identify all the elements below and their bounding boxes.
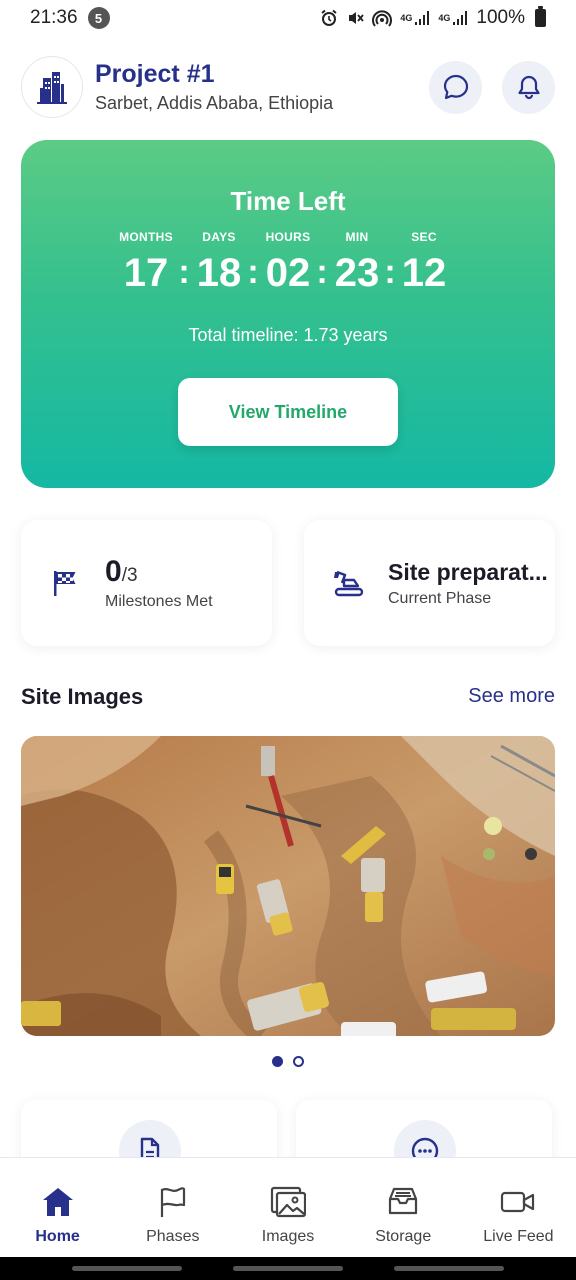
hotspot-icon bbox=[372, 9, 393, 27]
countdown-values: 17 : 18 : 02 : 23 : 12 bbox=[117, 251, 459, 299]
milestones-card[interactable]: 0/3 Milestones Met bbox=[21, 520, 272, 646]
network-type-2: 4G bbox=[438, 13, 451, 23]
unit-hours: HOURS bbox=[265, 230, 311, 244]
milestones-met: 0 bbox=[105, 555, 122, 588]
video-icon bbox=[500, 1184, 536, 1220]
carousel-dot-active[interactable] bbox=[272, 1056, 283, 1067]
separator: : bbox=[247, 253, 259, 291]
battery-icon bbox=[535, 6, 546, 27]
project-logo bbox=[21, 56, 83, 118]
nav-phases-label: Phases bbox=[146, 1228, 200, 1245]
building-icon bbox=[37, 72, 67, 104]
chat-icon bbox=[443, 74, 468, 100]
system-gesture-pill bbox=[233, 1266, 343, 1271]
bottom-navigation: Home Phases Images Storage Live Feed bbox=[0, 1157, 576, 1257]
system-navigation-bar bbox=[0, 1257, 576, 1280]
checkered-flag-icon bbox=[45, 569, 85, 597]
value-months: 17 bbox=[123, 251, 169, 295]
nav-live-feed-label: Live Feed bbox=[483, 1228, 554, 1245]
carousel-dot[interactable] bbox=[293, 1056, 304, 1067]
mute-icon bbox=[346, 9, 365, 27]
separator: : bbox=[316, 253, 328, 291]
images-icon bbox=[270, 1184, 306, 1220]
unit-months: MONTHS bbox=[119, 230, 173, 244]
construction-site-photo bbox=[21, 736, 555, 1036]
milestones-total: /3 bbox=[121, 565, 138, 586]
storage-icon bbox=[386, 1184, 420, 1220]
countdown-units: MONTHS DAYS HOURS MIN SEC bbox=[117, 230, 459, 246]
app-screen: 21:36 5 4G 4G 100% Project #1 Sarbet, Ad… bbox=[0, 0, 576, 1280]
flag-icon bbox=[157, 1184, 189, 1220]
milestones-value: 0/3 bbox=[105, 555, 213, 589]
chat-button[interactable] bbox=[429, 60, 482, 114]
unit-days: DAYS bbox=[202, 230, 236, 244]
site-images-title: Site Images bbox=[21, 684, 144, 709]
nav-phases[interactable]: Phases bbox=[115, 1158, 230, 1257]
home-icon bbox=[40, 1184, 76, 1220]
network-type-1: 4G bbox=[400, 13, 413, 23]
value-sec: 12 bbox=[401, 251, 447, 295]
project-header: Project #1 Sarbet, Addis Ababa, Ethiopia bbox=[21, 55, 555, 119]
nav-images[interactable]: Images bbox=[230, 1158, 345, 1257]
excavator-icon bbox=[328, 568, 368, 598]
notification-count-badge: 5 bbox=[87, 7, 110, 29]
see-more-link[interactable]: See more bbox=[468, 685, 555, 708]
site-image-carousel[interactable] bbox=[21, 736, 555, 1036]
project-location: Sarbet, Addis Ababa, Ethiopia bbox=[95, 92, 334, 113]
status-bar: 21:36 5 4G 4G 100% bbox=[0, 0, 576, 36]
current-phase-card[interactable]: Site preparat... Current Phase bbox=[304, 520, 555, 646]
milestones-label: Milestones Met bbox=[105, 593, 213, 610]
value-hours: 02 bbox=[265, 251, 311, 295]
countdown-title: Time Left bbox=[230, 186, 346, 216]
current-phase-value: Site preparat... bbox=[388, 558, 548, 585]
nav-live-feed[interactable]: Live Feed bbox=[461, 1158, 576, 1257]
battery-percent: 100% bbox=[476, 7, 525, 28]
signal-icon: 4G bbox=[400, 10, 430, 26]
nav-images-label: Images bbox=[261, 1228, 315, 1245]
signal-icon-2: 4G bbox=[438, 10, 468, 26]
total-timeline: Total timeline: 1.73 years bbox=[188, 325, 388, 345]
current-phase-label: Current Phase bbox=[388, 589, 492, 607]
nav-home[interactable]: Home bbox=[0, 1158, 115, 1257]
project-title: Project #1 bbox=[95, 60, 215, 89]
alarm-icon bbox=[320, 9, 338, 27]
system-gesture-pill bbox=[394, 1266, 504, 1271]
nav-storage-label: Storage bbox=[375, 1228, 432, 1245]
unit-sec: SEC bbox=[411, 230, 437, 244]
view-timeline-button[interactable]: View Timeline bbox=[178, 378, 398, 446]
bell-icon bbox=[517, 75, 540, 100]
separator: : bbox=[178, 253, 190, 291]
value-days: 18 bbox=[196, 251, 242, 295]
carousel-indicator bbox=[0, 1056, 576, 1067]
value-min: 23 bbox=[334, 251, 380, 295]
notifications-button[interactable] bbox=[502, 60, 555, 114]
status-time: 21:36 bbox=[30, 7, 78, 28]
countdown-card: Time Left MONTHS DAYS HOURS MIN SEC 17 :… bbox=[21, 140, 555, 488]
unit-min: MIN bbox=[345, 230, 369, 244]
system-gesture-pill bbox=[72, 1266, 182, 1271]
nav-home-label: Home bbox=[35, 1228, 80, 1245]
nav-storage[interactable]: Storage bbox=[346, 1158, 461, 1257]
separator: : bbox=[384, 253, 396, 291]
